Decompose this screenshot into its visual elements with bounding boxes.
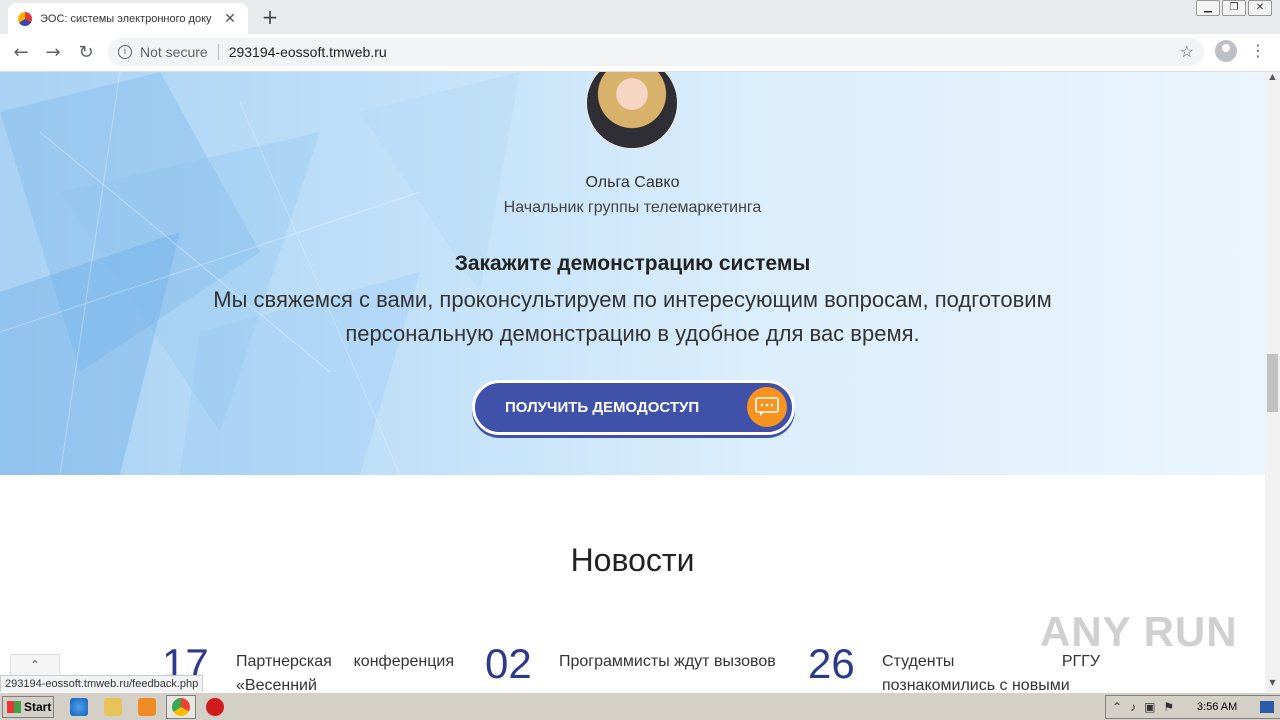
flag-icon[interactable]: ⚑ — [1163, 700, 1174, 714]
window-controls: ▁ ❐ ✕ — [1196, 0, 1272, 16]
news-text[interactable]: Студенты РГГУ познакомились с новыми — [882, 650, 1100, 692]
start-button[interactable]: Start — [2, 696, 54, 718]
chat-icon — [747, 387, 787, 427]
windows-logo-icon — [7, 701, 21, 713]
scroll-down-arrow-icon[interactable]: ▼ — [1265, 678, 1280, 692]
person-role: Начальник группы телемаркетинга — [503, 199, 762, 216]
folder-icon[interactable] — [104, 698, 122, 716]
status-bar-link: 293194-eossoft.tmweb.ru/feedback.php — [0, 675, 204, 692]
bookmark-star-icon[interactable]: ☆ — [1180, 42, 1194, 62]
site-favicon-icon — [18, 11, 32, 26]
cta-description: Мы свяжемся с вами, проконсультируем по … — [213, 287, 1052, 346]
opera-icon[interactable] — [206, 698, 224, 716]
close-tab-icon[interactable]: ✕ — [222, 10, 238, 27]
windows-taskbar: Start ⌃ ♪ ▣ ⚑ 3:56 AM — [0, 692, 1280, 720]
info-icon[interactable]: i — [118, 45, 132, 59]
not-secure-label: Not secure — [140, 44, 208, 60]
news-text[interactable]: Партнерская конференция «Весенний — [236, 650, 454, 692]
url-text: 293194-eossoft.tmweb.ru — [228, 44, 387, 60]
scrollbar-thumb[interactable] — [1267, 354, 1278, 412]
get-demo-label: ПОЛУЧИТЬ ДЕМОДОСТУП — [505, 399, 700, 416]
new-tab-button[interactable]: + — [258, 5, 282, 29]
close-window-button[interactable]: ✕ — [1248, 0, 1272, 16]
scroll-to-top-button[interactable]: ⌃ — [10, 654, 60, 676]
network-icon[interactable]: ▣ — [1144, 700, 1155, 714]
browser-toolbar: ← → ↻ i Not secure 293194-eossoft.tmweb.… — [0, 34, 1280, 72]
tray-expand-icon[interactable]: ⌃ — [1112, 700, 1122, 714]
profile-avatar-icon[interactable] — [1215, 40, 1237, 62]
minimize-button[interactable]: ▁ — [1196, 0, 1220, 16]
browser-tab[interactable]: ЭОС: системы электронного доку ✕ — [8, 3, 248, 34]
show-desktop-icon[interactable] — [1260, 701, 1274, 713]
news-day: 02 — [485, 640, 532, 687]
clock: 3:56 AM — [1196, 701, 1238, 713]
news-day: 26 — [808, 640, 855, 687]
reload-button[interactable]: ↻ — [73, 40, 99, 66]
page-viewport: Ольга Савко Начальник группы телемаркети… — [0, 72, 1265, 692]
tray-icons: ⌃ ♪ ▣ ⚑ — [1112, 700, 1174, 714]
media-player-icon[interactable] — [138, 698, 156, 716]
news-heading: Новости — [570, 542, 695, 578]
volume-icon[interactable]: ♪ — [1130, 700, 1136, 714]
start-label: Start — [24, 700, 52, 714]
chrome-taskbar-button[interactable] — [166, 695, 196, 719]
person-name: Ольга Савко — [585, 174, 680, 191]
back-button[interactable]: ← — [8, 40, 34, 66]
chrome-icon — [172, 698, 190, 716]
page-scrollbar[interactable]: ▲ ▼ — [1265, 72, 1280, 692]
tab-bar: ЭОС: системы электронного доку ✕ + ▁ ❐ ✕ — [0, 0, 1280, 34]
menu-icon[interactable]: ⋮ — [1250, 40, 1266, 62]
scroll-up-arrow-icon[interactable]: ▲ — [1265, 72, 1280, 86]
address-bar[interactable]: i Not secure 293194-eossoft.tmweb.ru ☆ — [108, 38, 1204, 66]
omnibox-divider — [217, 44, 219, 60]
system-tray: ⌃ ♪ ▣ ⚑ 3:56 AM — [1105, 695, 1280, 719]
anyrun-watermark: ANY RUN — [1040, 608, 1238, 655]
news-text[interactable]: Программисты ждут вызовов — [559, 650, 777, 674]
restore-button[interactable]: ❐ — [1222, 0, 1246, 16]
get-demo-button[interactable]: ПОЛУЧИТЬ ДЕМОДОСТУП — [472, 380, 795, 435]
cta-title: Закажите демонстрацию системы — [454, 252, 811, 275]
demo-section: Ольга Савко Начальник группы телемаркети… — [0, 72, 1265, 475]
ie-icon[interactable] — [70, 698, 88, 716]
tab-title: ЭОС: системы электронного доку — [40, 12, 212, 25]
forward-button[interactable]: → — [40, 40, 66, 66]
